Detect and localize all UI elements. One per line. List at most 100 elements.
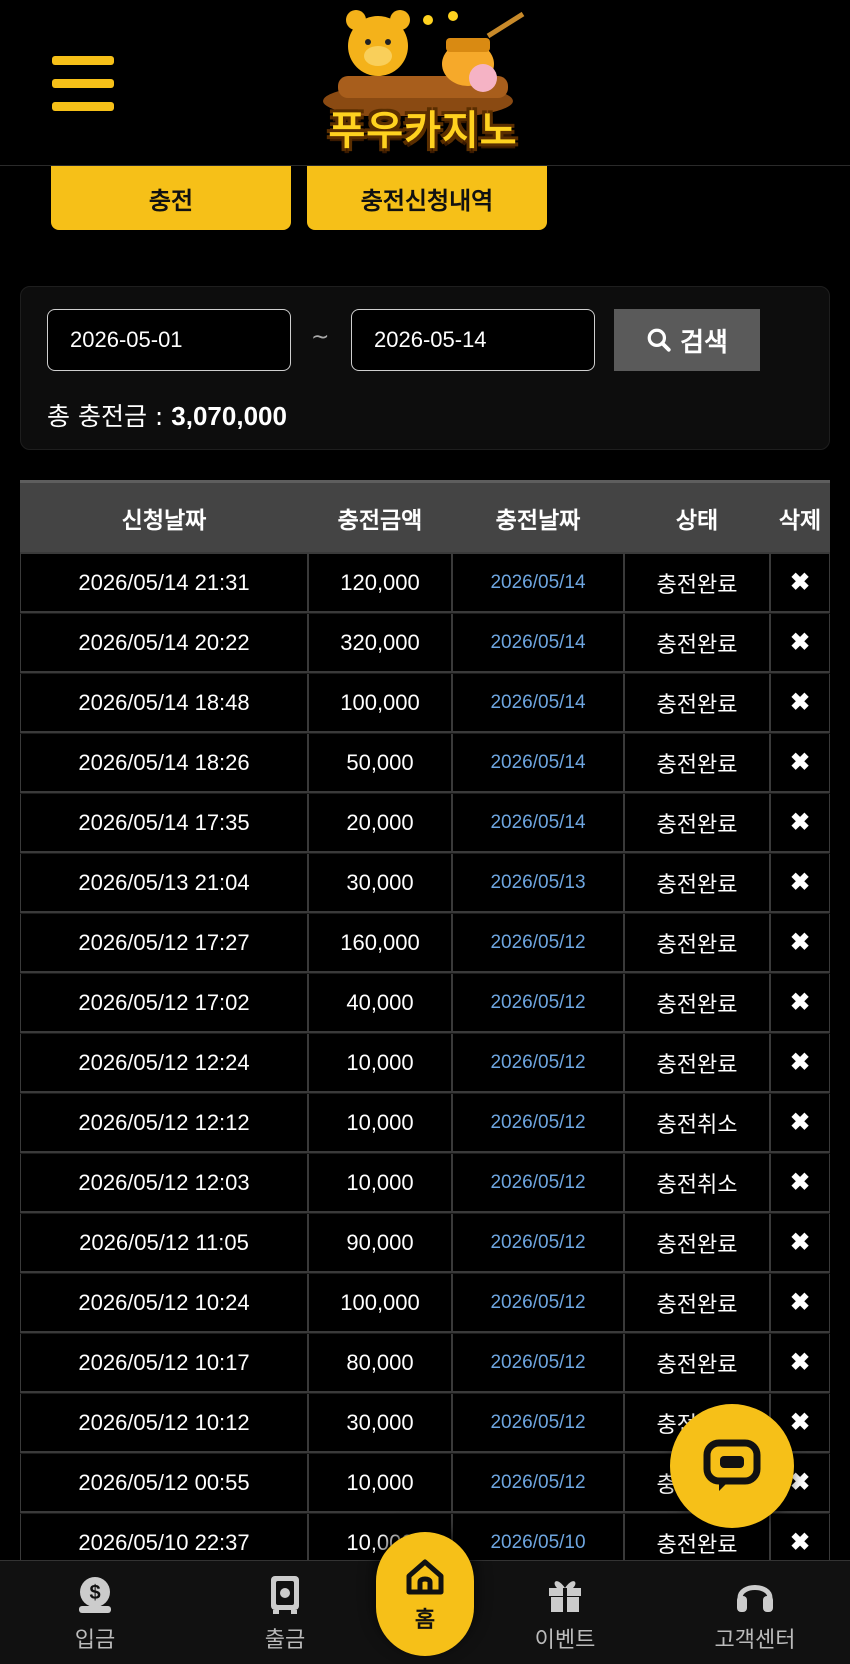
search-button[interactable]: 검색 bbox=[614, 309, 760, 371]
cell-paid-date: 2026/05/12 bbox=[452, 914, 624, 973]
cell-amount: 10,000 bbox=[308, 1034, 452, 1093]
cell-amount: 120,000 bbox=[308, 554, 452, 613]
site-logo[interactable]: 푸우카지노 bbox=[308, 6, 538, 156]
cell-requested-date: 2026/05/12 12:24 bbox=[20, 1034, 308, 1093]
top-header: 푸우카지노 bbox=[0, 0, 850, 166]
cell-paid-date: 2026/05/12 bbox=[452, 1334, 624, 1393]
cell-status: 충전완료 bbox=[624, 614, 770, 673]
total-charge-value: 3,070,000 bbox=[171, 401, 287, 431]
cell-status: 충전완료 bbox=[624, 914, 770, 973]
total-charge: 총 충전금 : 3,070,000 bbox=[47, 397, 287, 433]
delete-icon[interactable]: ✖ bbox=[770, 1154, 830, 1213]
delete-icon[interactable]: ✖ bbox=[770, 914, 830, 973]
date-from-input[interactable] bbox=[47, 309, 291, 371]
cell-paid-date: 2026/05/12 bbox=[452, 1454, 624, 1513]
search-button-label: 검색 bbox=[680, 327, 728, 358]
cell-paid-date: 2026/05/14 bbox=[452, 674, 624, 733]
cell-paid-date: 2026/05/14 bbox=[452, 554, 624, 613]
cell-status: 충전취소 bbox=[624, 1154, 770, 1213]
column-header-status: 상태 bbox=[675, 507, 719, 534]
date-to-input[interactable] bbox=[351, 309, 595, 371]
cell-status: 충전완료 bbox=[624, 674, 770, 733]
cell-requested-date: 2026/05/12 11:05 bbox=[20, 1214, 308, 1273]
cell-amount: 320,000 bbox=[308, 614, 452, 673]
cell-status: 충전완료 bbox=[624, 854, 770, 913]
table-row: 2026/05/12 17:02 40,000 2026/05/12 충전완료 ✖ bbox=[20, 974, 830, 1034]
cell-requested-date: 2026/05/12 12:03 bbox=[20, 1154, 308, 1213]
cell-amount: 40,000 bbox=[308, 974, 452, 1033]
cell-amount: 100,000 bbox=[308, 674, 452, 733]
cell-paid-date: 2026/05/13 bbox=[452, 854, 624, 913]
cell-amount: 100,000 bbox=[308, 1274, 452, 1333]
delete-icon[interactable]: ✖ bbox=[770, 1034, 830, 1093]
delete-icon[interactable]: ✖ bbox=[770, 974, 830, 1033]
table-row: 2026/05/14 21:31 120,000 2026/05/14 충전완료 ✖ bbox=[20, 554, 830, 614]
delete-icon[interactable]: ✖ bbox=[770, 1334, 830, 1393]
cell-requested-date: 2026/05/12 00:55 bbox=[20, 1454, 308, 1513]
cell-paid-date: 2026/05/12 bbox=[452, 1094, 624, 1153]
cell-status: 충전완료 bbox=[624, 554, 770, 613]
tab-charge-history[interactable]: 충전신청내역 bbox=[307, 166, 547, 230]
nav-deposit[interactable]: $ 입금 bbox=[30, 1561, 160, 1664]
cell-paid-date: 2026/05/12 bbox=[452, 1394, 624, 1453]
cell-status: 충전완료 bbox=[624, 1034, 770, 1093]
cell-status: 충전취소 bbox=[624, 1094, 770, 1153]
table-row: 2026/05/13 21:04 30,000 2026/05/13 충전완료 ✖ bbox=[20, 854, 830, 914]
nav-support[interactable]: 고객센터 bbox=[690, 1561, 820, 1664]
menu-icon[interactable] bbox=[52, 56, 114, 111]
cell-requested-date: 2026/05/14 17:35 bbox=[20, 794, 308, 853]
cell-requested-date: 2026/05/12 10:24 bbox=[20, 1274, 308, 1333]
nav-home-label: 홈 bbox=[414, 1608, 436, 1633]
cell-amount: 30,000 bbox=[308, 854, 452, 913]
search-panel: ~ 검색 총 충전금 : 3,070,000 bbox=[20, 286, 830, 450]
cell-requested-date: 2026/05/13 21:04 bbox=[20, 854, 308, 913]
nav-withdraw[interactable]: 출금 bbox=[220, 1561, 350, 1664]
cell-amount: 10,000 bbox=[308, 1094, 452, 1153]
table-row: 2026/05/12 12:12 10,000 2026/05/12 충전취소 ✖ bbox=[20, 1094, 830, 1154]
nav-deposit-label: 입금 bbox=[74, 1628, 116, 1653]
cell-paid-date: 2026/05/14 bbox=[452, 794, 624, 853]
cell-requested-date: 2026/05/12 10:12 bbox=[20, 1394, 308, 1453]
delete-icon[interactable]: ✖ bbox=[770, 794, 830, 853]
table-row: 2026/05/14 17:35 20,000 2026/05/14 충전완료 ✖ bbox=[20, 794, 830, 854]
gift-icon bbox=[549, 1581, 581, 1612]
cell-requested-date: 2026/05/12 17:02 bbox=[20, 974, 308, 1033]
cell-status: 충전완료 bbox=[624, 1214, 770, 1273]
cell-requested-date: 2026/05/14 20:22 bbox=[20, 614, 308, 673]
table-row: 2026/05/12 10:17 80,000 2026/05/12 충전완료 ✖ bbox=[20, 1334, 830, 1394]
cell-paid-date: 2026/05/12 bbox=[452, 1214, 624, 1273]
cell-status: 충전완료 bbox=[624, 1274, 770, 1333]
delete-icon[interactable]: ✖ bbox=[770, 674, 830, 733]
cell-requested-date: 2026/05/12 10:17 bbox=[20, 1334, 308, 1393]
total-charge-label: 총 충전금 : bbox=[47, 402, 164, 431]
table-row: 2026/05/12 11:05 90,000 2026/05/12 충전완료 ✖ bbox=[20, 1214, 830, 1274]
logo-text: 푸우카지노 bbox=[328, 108, 518, 154]
nav-event[interactable]: 이벤트 bbox=[500, 1561, 630, 1664]
nav-home[interactable]: 홈 bbox=[376, 1532, 474, 1656]
delete-icon[interactable]: ✖ bbox=[770, 734, 830, 793]
date-range-separator: ~ bbox=[311, 325, 330, 350]
table-row: 2026/05/12 12:03 10,000 2026/05/12 충전취소 ✖ bbox=[20, 1154, 830, 1214]
delete-icon[interactable]: ✖ bbox=[770, 1274, 830, 1333]
delete-icon[interactable]: ✖ bbox=[770, 1214, 830, 1273]
column-header-delete: 삭제 bbox=[778, 507, 822, 534]
chat-button[interactable] bbox=[670, 1404, 794, 1528]
column-header-requested: 신청날짜 bbox=[121, 507, 207, 534]
cell-requested-date: 2026/05/12 12:12 bbox=[20, 1094, 308, 1153]
cell-paid-date: 2026/05/12 bbox=[452, 1154, 624, 1213]
table-row: 2026/05/14 18:48 100,000 2026/05/14 충전완료 ✖ bbox=[20, 674, 830, 734]
cell-paid-date: 2026/05/12 bbox=[452, 1034, 624, 1093]
delete-icon[interactable]: ✖ bbox=[770, 1094, 830, 1153]
column-header-amount: 충전금액 bbox=[337, 507, 423, 534]
cell-amount: 30,000 bbox=[308, 1394, 452, 1453]
delete-icon[interactable]: ✖ bbox=[770, 554, 830, 613]
svg-text:$: $ bbox=[89, 1582, 100, 1604]
safe-icon bbox=[271, 1576, 299, 1614]
cell-amount: 90,000 bbox=[308, 1214, 452, 1273]
delete-icon[interactable]: ✖ bbox=[770, 854, 830, 913]
delete-icon[interactable]: ✖ bbox=[770, 614, 830, 673]
cell-requested-date: 2026/05/14 21:31 bbox=[20, 554, 308, 613]
table-row: 2026/05/14 20:22 320,000 2026/05/14 충전완료 ✖ bbox=[20, 614, 830, 674]
tab-charge[interactable]: 충전 bbox=[51, 166, 291, 230]
column-header-paid-date: 충전날짜 bbox=[495, 507, 581, 534]
